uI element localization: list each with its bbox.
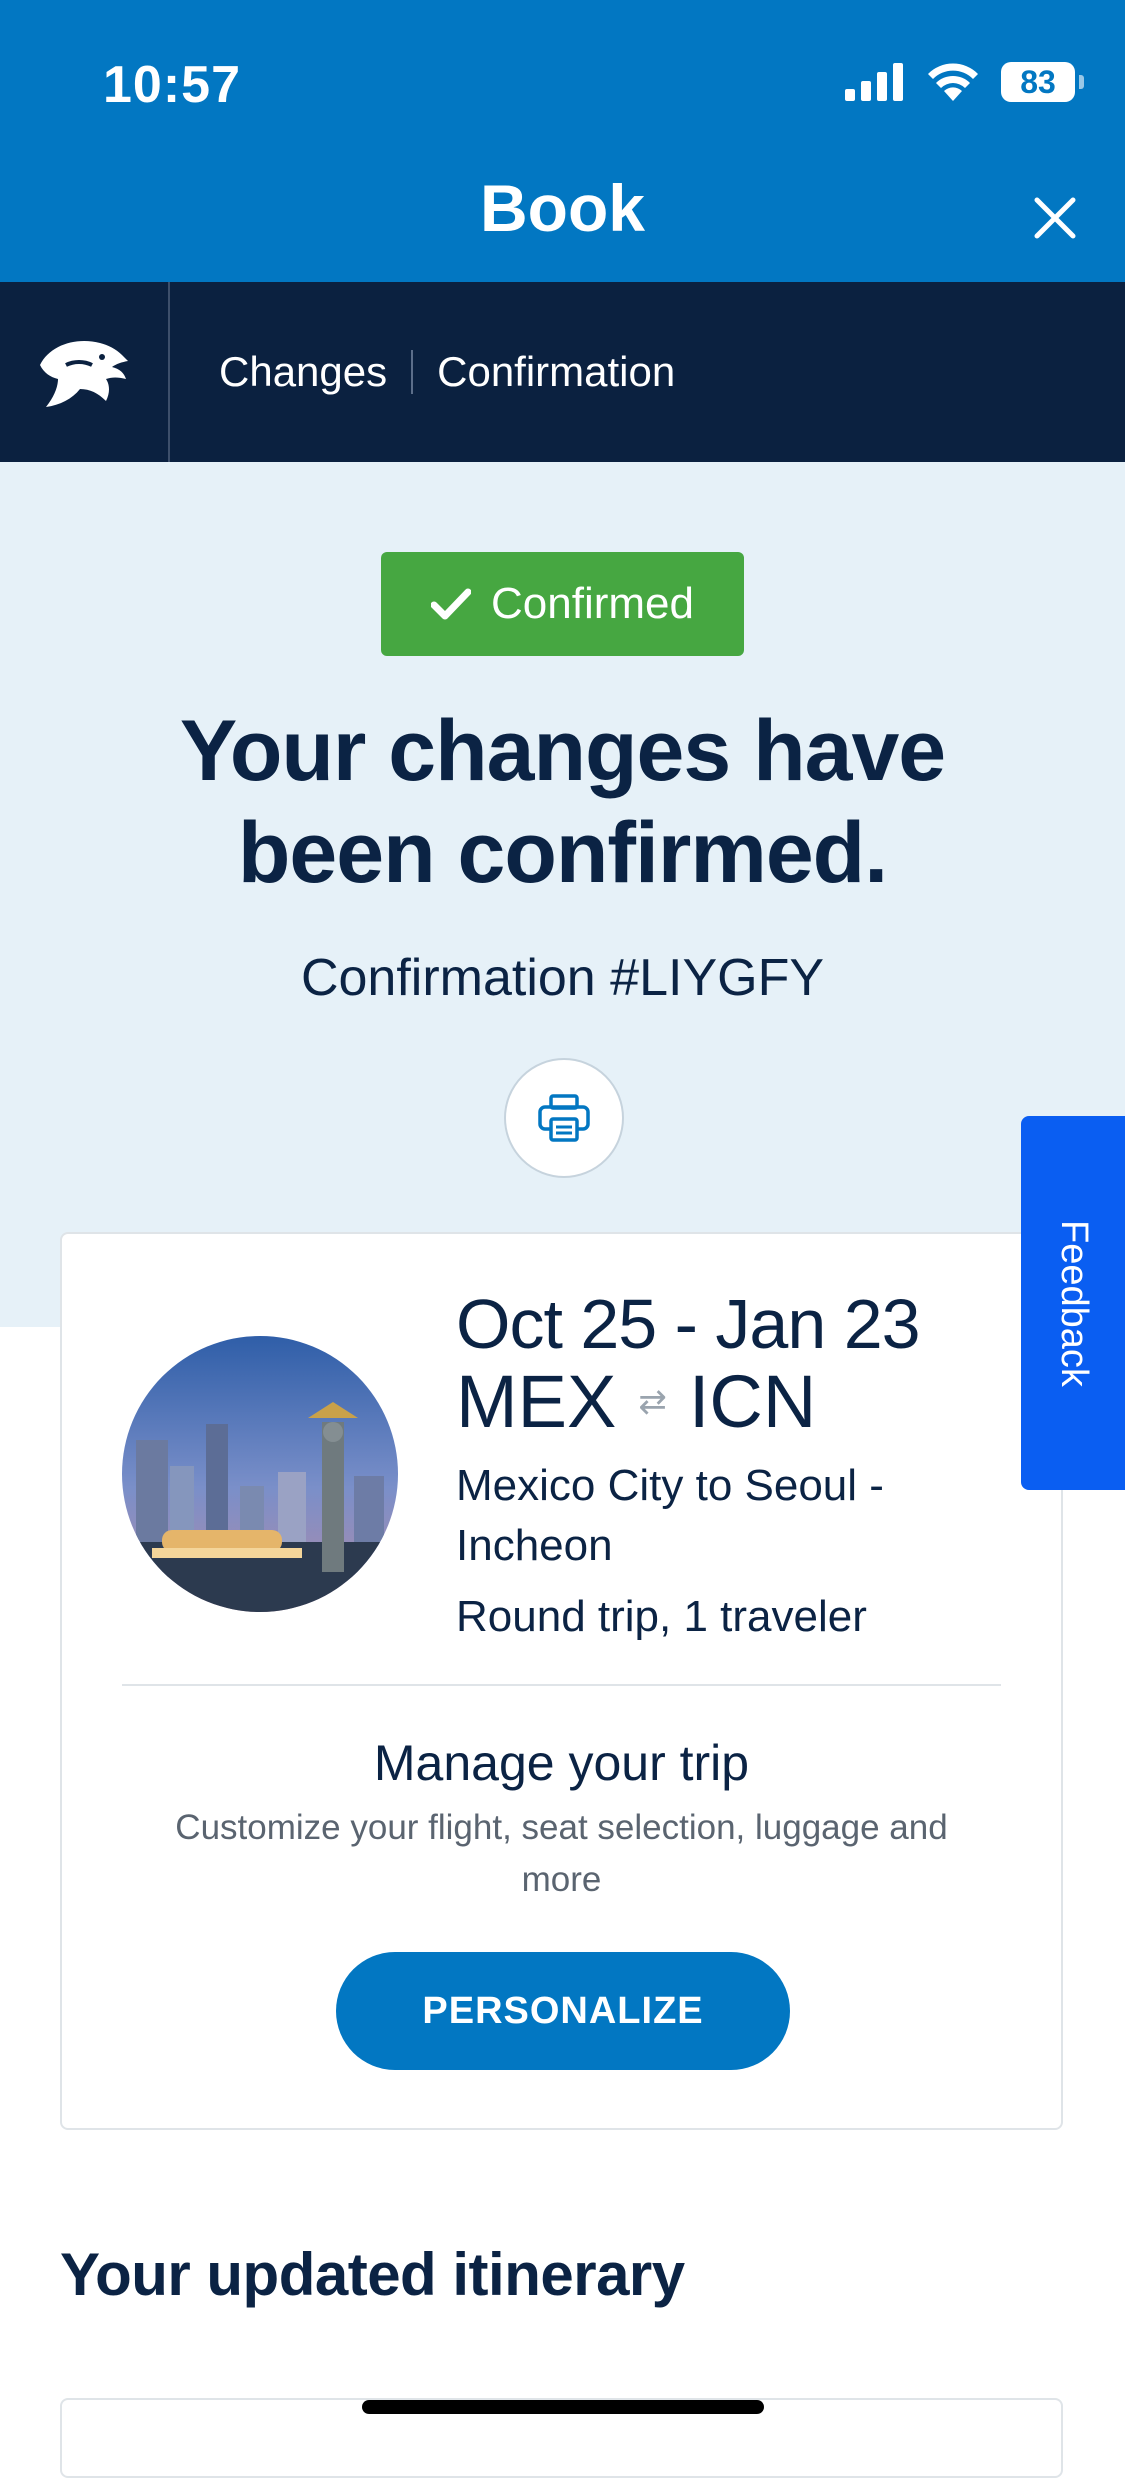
close-icon <box>1034 197 1076 239</box>
home-indicator <box>362 2400 764 2414</box>
wifi-icon <box>928 63 978 101</box>
signal-icon <box>845 63 903 101</box>
feedback-tab[interactable]: Feedback <box>1021 1116 1125 1490</box>
print-button[interactable] <box>504 1058 624 1178</box>
breadcrumb-divider <box>411 350 414 394</box>
destination-image <box>122 1336 398 1612</box>
close-button[interactable] <box>1025 188 1085 248</box>
confirmation-headline: Your changes have been confirmed. <box>60 700 1065 904</box>
confirmation-number: Confirmation #LIYGFY <box>300 949 825 1007</box>
personalize-button[interactable]: PERSONALIZE <box>336 1952 790 2070</box>
page-title: Book <box>480 171 645 245</box>
trip-route: MEX ⇄ ICN <box>456 1362 816 1442</box>
logo[interactable] <box>0 282 170 462</box>
check-icon <box>431 588 472 620</box>
status-time: 10:57 <box>103 56 241 114</box>
trip-type: Round trip, 1 traveler <box>456 1592 867 1641</box>
trip-cities-line-1: Mexico City to Seoul - <box>456 1461 884 1510</box>
trip-dates: Oct 25 - Jan 23 <box>456 1285 921 1363</box>
manage-trip-title: Manage your trip <box>373 1735 750 1791</box>
battery-icon: 83 <box>1001 62 1084 102</box>
breadcrumb-item-confirmation: Confirmation <box>437 348 676 395</box>
manage-trip-subtitle: Customize your flight, seat selection, l… <box>175 1808 948 1899</box>
confirmed-badge: Confirmed <box>381 552 744 656</box>
origin-code: MEX <box>456 1360 617 1443</box>
status-icons: 83 <box>845 62 1084 102</box>
breadcrumb-item-changes[interactable]: Changes <box>219 348 387 396</box>
trip-cities-line-2: Incheon <box>456 1521 613 1570</box>
status-bar: 10:57 83 <box>0 0 1125 170</box>
headline-line-2: been confirmed. <box>237 805 888 901</box>
breadcrumb: Changes Confirmation <box>219 282 675 462</box>
destination-code: ICN <box>688 1360 817 1443</box>
printer-icon <box>538 1094 590 1142</box>
round-trip-arrows-icon: ⇄ <box>638 1383 667 1421</box>
breadcrumb-bar: Changes Confirmation <box>0 282 1125 462</box>
headline-line-1: Your changes have <box>179 703 946 799</box>
eagle-logo-icon <box>40 341 128 407</box>
itinerary-section-title: Your updated itinerary <box>60 2241 685 2308</box>
app-header: Book <box>0 150 1125 282</box>
card-divider <box>122 1684 1001 1686</box>
badge-label: Confirmed <box>491 579 694 628</box>
feedback-label: Feedback <box>1052 1219 1095 1387</box>
trip-cities: Mexico City to Seoul - Incheon <box>456 1456 996 1576</box>
trip-card: Oct 25 - Jan 23 MEX ⇄ ICN Mexico City to… <box>60 1232 1063 2130</box>
